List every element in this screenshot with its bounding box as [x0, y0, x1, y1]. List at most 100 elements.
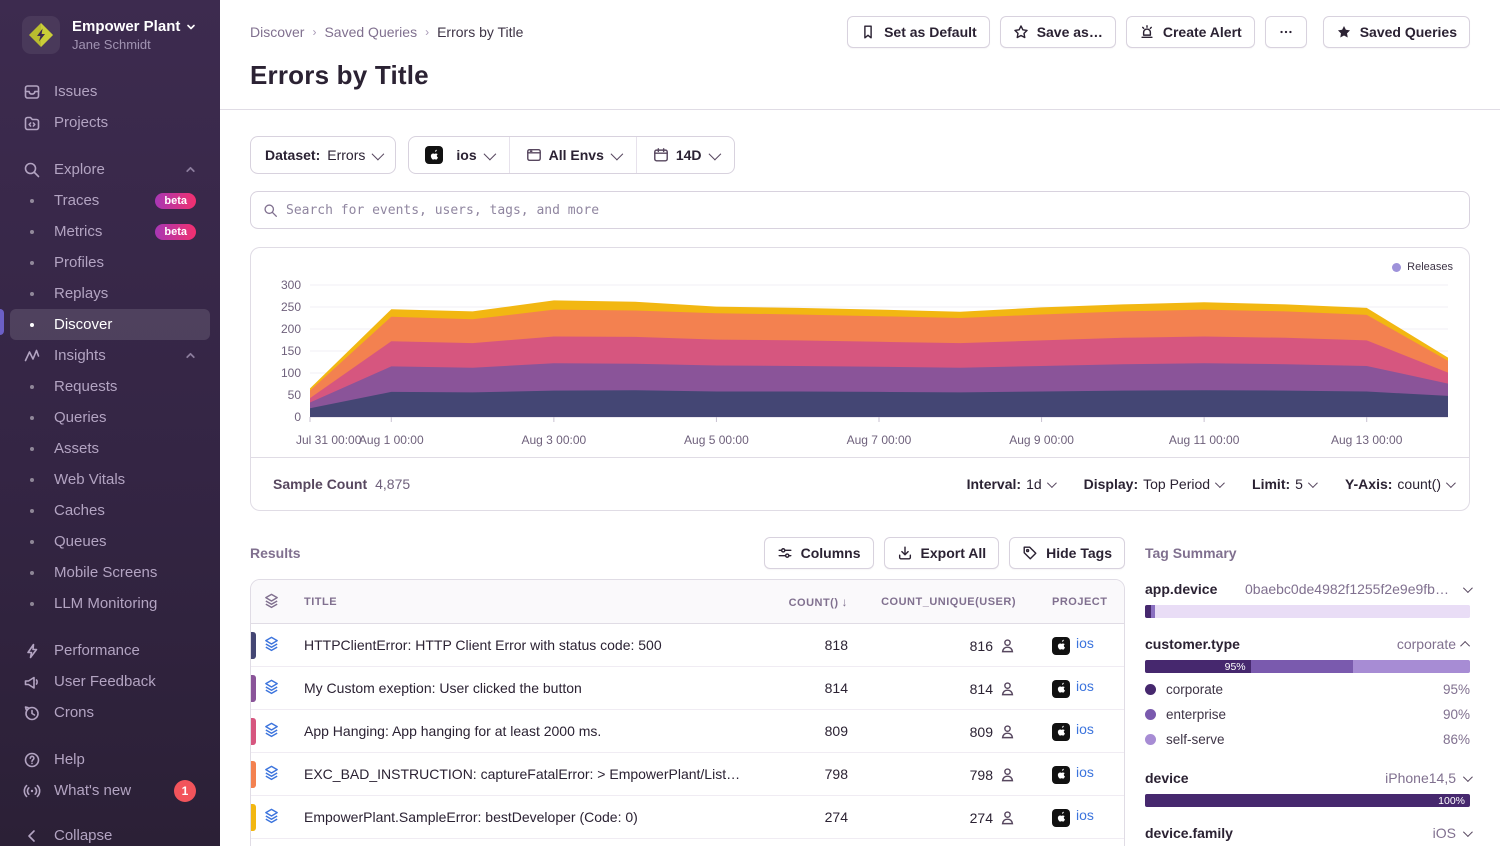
row-stack-cell[interactable] — [251, 710, 292, 753]
row-stack-cell[interactable] — [251, 624, 292, 667]
column-header-project[interactable]: PROJECT — [1028, 580, 1124, 624]
org-switcher[interactable]: Empower Plant Jane Schmidt — [0, 16, 220, 54]
sidebar-item-what-s-new[interactable]: What's new1 — [10, 775, 210, 806]
breadcrumb-discover[interactable]: Discover — [250, 24, 304, 40]
breadcrumb-saved-queries[interactable]: Saved Queries — [324, 24, 417, 40]
svg-text:Aug 11 00:00: Aug 11 00:00 — [1169, 433, 1240, 447]
row-stack-cell[interactable] — [251, 667, 292, 710]
sidebar-item-metrics[interactable]: Metricsbeta — [10, 216, 210, 247]
svg-text:300: 300 — [281, 278, 301, 292]
sidebar-item-issues[interactable]: Issues — [10, 76, 210, 107]
search-input[interactable] — [286, 203, 1457, 218]
tag-top-value: corporate — [1397, 636, 1456, 652]
project-selector[interactable]: ios — [409, 137, 508, 173]
svg-text:Jul 31 00:00: Jul 31 00:00 — [296, 433, 362, 447]
dataset-selector[interactable]: Dataset: Errors — [250, 136, 396, 174]
save-as-button[interactable]: Save as… — [1000, 16, 1116, 48]
columns-button[interactable]: Columns — [764, 537, 874, 569]
sidebar-item-queries[interactable]: Queries — [10, 402, 210, 433]
project-cell: ios — [1028, 667, 1124, 710]
tag-segment[interactable] — [1353, 660, 1470, 673]
project-cell: ios — [1028, 624, 1124, 667]
row-stack-cell[interactable] — [251, 753, 292, 796]
display-selector[interactable]: Display:Top Period — [1084, 476, 1222, 492]
sidebar-item-performance[interactable]: Performance — [10, 635, 210, 666]
tag-value-toggle[interactable]: corporate — [1397, 636, 1470, 652]
count-value: 809 — [764, 710, 860, 753]
table-row: EXC_BAD_INSTRUCTION: captureFatalError: … — [251, 753, 1124, 796]
org-user: Jane Schmidt — [72, 37, 196, 52]
hide-tags-button[interactable]: Hide Tags — [1009, 537, 1125, 569]
tag-segment[interactable] — [1155, 605, 1470, 618]
project-link[interactable]: ios — [1076, 721, 1094, 737]
count-unique-user-value: 816 — [860, 624, 1028, 667]
sidebar-item-queues[interactable]: Queues — [10, 526, 210, 557]
project-link[interactable]: ios — [1076, 807, 1094, 823]
sidebar-item-explore[interactable]: Explore — [10, 154, 210, 185]
sidebar-item-web-vitals[interactable]: Web Vitals — [10, 464, 210, 495]
svg-text:150: 150 — [281, 344, 301, 358]
more-options-button[interactable] — [1265, 16, 1307, 48]
stacked-area-chart[interactable]: 050100150200250300Jul 31 00:00Aug 1 00:0… — [251, 248, 1469, 457]
sidebar-item-caches[interactable]: Caches — [10, 495, 210, 526]
count-unique-user-value: 814 — [860, 667, 1028, 710]
sidebar-item-mobile-screens[interactable]: Mobile Screens — [10, 557, 210, 588]
row-stack-cell[interactable] — [251, 796, 292, 839]
tag-value-toggle[interactable]: iOS — [1433, 825, 1470, 841]
legend-releases[interactable]: Releases — [1392, 261, 1453, 273]
sidebar-item-llm-monitoring[interactable]: LLM Monitoring — [10, 588, 210, 619]
tag-name: customer.type — [1145, 636, 1240, 652]
sidebar-item-requests[interactable]: Requests — [10, 371, 210, 402]
svg-text:100: 100 — [281, 366, 301, 380]
sidebar-item-discover[interactable]: Discover — [10, 309, 210, 340]
button-label: Export All — [921, 545, 987, 561]
sidebar-item-assets[interactable]: Assets — [10, 433, 210, 464]
export-all-button[interactable]: Export All — [884, 537, 1000, 569]
saved-queries-button[interactable]: Saved Queries — [1323, 16, 1470, 48]
count-value: 274 — [764, 796, 860, 839]
tag-segment[interactable] — [1251, 660, 1353, 673]
legend-dot-icon — [1145, 734, 1156, 745]
sidebar-item-projects[interactable]: Projects — [10, 107, 210, 138]
issues-icon — [10, 83, 54, 101]
column-header-count[interactable]: COUNT()↓ — [764, 580, 860, 624]
tag-value-toggle[interactable]: iPhone14,5 — [1385, 770, 1470, 786]
set-as-default-button[interactable]: Set as Default — [847, 16, 990, 48]
tag-segment[interactable]: 95% — [1145, 660, 1251, 673]
project-link[interactable]: ios — [1076, 678, 1094, 694]
limit-selector[interactable]: Limit:5 — [1252, 476, 1315, 492]
tag-legend-row[interactable]: enterprise90% — [1145, 702, 1470, 727]
count-value: 271 — [764, 839, 860, 846]
sidebar-collapse-button[interactable]: Collapse — [10, 820, 210, 846]
sidebar-item-label: LLM Monitoring — [54, 595, 196, 612]
tag-legend-row[interactable]: self-serve86% — [1145, 727, 1470, 752]
y-axis-selector[interactable]: Y-Axis:count() — [1345, 476, 1453, 492]
project-cell: ios — [1028, 710, 1124, 753]
sidebar-item-label: Issues — [54, 83, 196, 100]
tag-value-toggle[interactable]: 0baebc0de4982f1255f2e9e9fb7… — [1245, 581, 1470, 597]
project-link[interactable]: ios — [1076, 764, 1094, 780]
series-color-chip — [251, 718, 256, 745]
project-link[interactable]: ios — [1076, 635, 1094, 651]
interval-selector[interactable]: Interval:1d — [967, 476, 1054, 492]
date-range-selector[interactable]: 14D — [636, 137, 734, 173]
sidebar-item-insights[interactable]: Insights — [10, 340, 210, 371]
sidebar-item-help[interactable]: Help — [10, 744, 210, 775]
count-value: 818 — [764, 624, 860, 667]
row-stack-cell[interactable] — [251, 839, 292, 846]
sidebar-item-traces[interactable]: Tracesbeta — [10, 185, 210, 216]
bookmark-icon — [860, 24, 876, 40]
environment-selector[interactable]: All Envs — [509, 137, 636, 173]
sidebar-item-profiles[interactable]: Profiles — [10, 247, 210, 278]
sidebar-item-user-feedback[interactable]: User Feedback — [10, 666, 210, 697]
create-alert-button[interactable]: Create Alert — [1126, 16, 1255, 48]
tag-legend-row[interactable]: corporate95% — [1145, 677, 1470, 702]
column-header-count-unique-user[interactable]: COUNT_UNIQUE(USER) — [860, 580, 1028, 624]
tag-top-value: iOS — [1433, 825, 1456, 841]
sidebar-item-replays[interactable]: Replays — [10, 278, 210, 309]
column-header-title[interactable]: TITLE — [292, 580, 764, 624]
window-icon — [526, 147, 542, 163]
sidebar-item-crons[interactable]: Crons — [10, 697, 210, 728]
tag-block-customer-type: customer.typecorporate95%corporate95%ent… — [1145, 636, 1470, 752]
tag-segment[interactable]: 100% — [1145, 794, 1470, 807]
